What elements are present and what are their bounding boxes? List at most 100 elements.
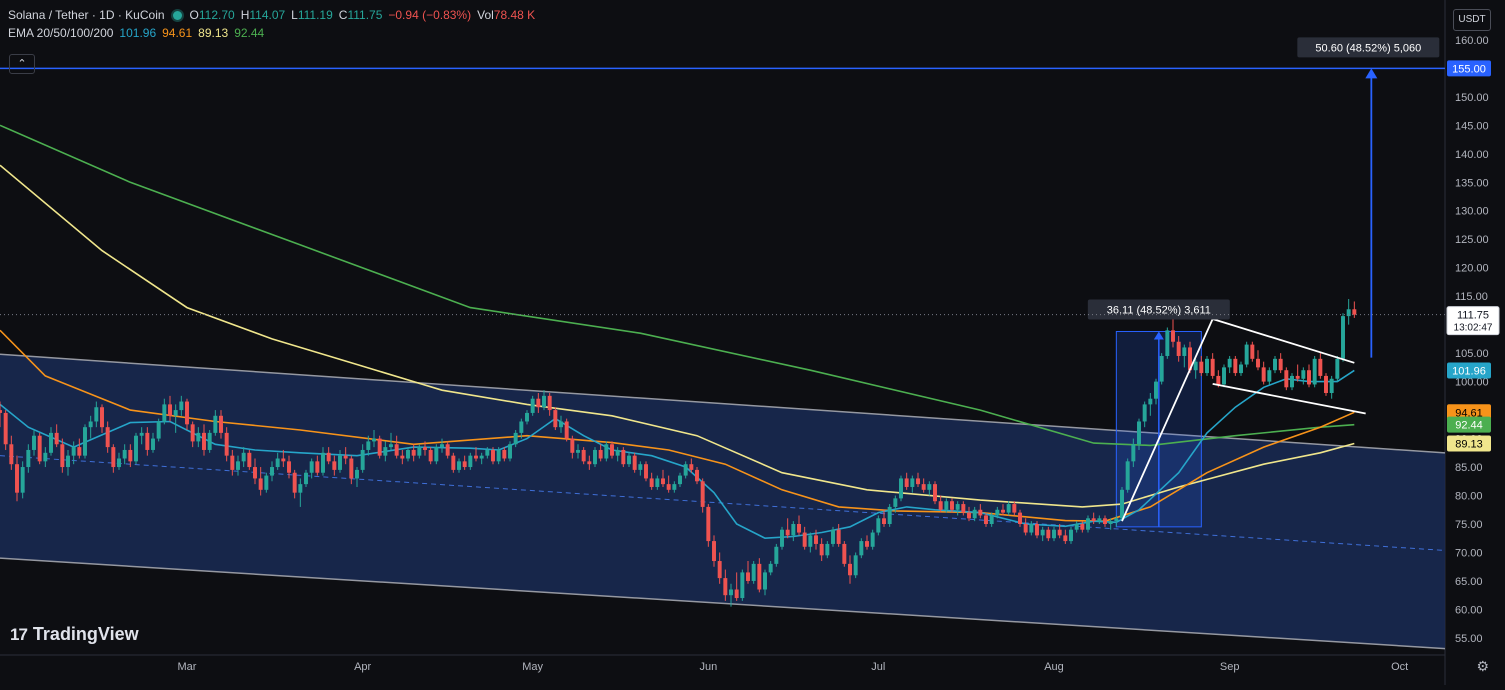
y-tick-label: 135.00	[1455, 177, 1489, 189]
candle-body	[343, 455, 348, 459]
candle-body	[1040, 529, 1045, 536]
candle-body	[774, 546, 779, 564]
candle-body	[275, 458, 280, 468]
candle-body	[3, 412, 8, 445]
volume-label: Vol	[477, 8, 494, 22]
candle-body	[190, 424, 195, 442]
candle-body	[15, 464, 19, 493]
price-chart[interactable]: 36.11 (48.52%) 3,611 50.60 (48.52%) 5,060…	[0, 0, 1505, 685]
candle-body	[1131, 444, 1136, 462]
candle-body	[355, 469, 359, 479]
candle-body	[479, 455, 484, 459]
candle-body	[1029, 524, 1034, 533]
candle-body	[145, 432, 150, 450]
candle-body	[700, 481, 705, 507]
candle-body	[83, 427, 87, 456]
candle-body	[1176, 341, 1181, 356]
open-number: 112.70	[198, 8, 235, 22]
ema-label[interactable]: EMA 20/50/100/200	[8, 24, 113, 42]
tradingview-logo[interactable]: 17 TradingView	[10, 624, 139, 645]
candle-body	[904, 478, 909, 487]
candle-body	[785, 529, 790, 536]
candle-body	[1148, 398, 1153, 405]
currency-selector[interactable]: USDT	[1453, 9, 1491, 31]
symbol-title[interactable]: Solana / Tether · 1D · KuCoin	[8, 6, 165, 24]
candle-body	[88, 421, 93, 428]
candle-body	[950, 501, 954, 510]
candle-body	[474, 455, 478, 459]
candle-body	[423, 447, 427, 450]
y-tick-label: 80.00	[1455, 491, 1483, 503]
candle-body	[712, 541, 716, 562]
candle-body	[763, 572, 767, 590]
candle-body	[1239, 364, 1243, 374]
candle-body	[576, 449, 580, 453]
candle-body	[938, 501, 943, 510]
ema100-value: 89.13	[198, 26, 229, 40]
candle-body	[1057, 529, 1062, 536]
candle-body	[525, 412, 529, 422]
y-tick-label: 150.00	[1455, 92, 1489, 104]
candle-body	[1295, 375, 1300, 379]
candle-body	[842, 543, 847, 564]
chart-canvas[interactable]: 36.11 (48.52%) 3,611 50.60 (48.52%) 5,060…	[0, 0, 1505, 685]
candle-body	[978, 509, 983, 516]
ema200-value: 92.44	[234, 26, 265, 40]
candle-body	[570, 438, 575, 453]
candle-body	[1250, 344, 1255, 359]
candle-body	[179, 401, 184, 411]
candle-body	[496, 449, 501, 462]
ema-row: EMA 20/50/100/200 101.96 94.61 89.13 92.…	[8, 24, 535, 42]
candle-body	[1199, 361, 1204, 374]
candle-body	[60, 444, 65, 468]
candle-body	[508, 444, 512, 459]
candle-body	[751, 563, 756, 581]
candle-body	[1273, 358, 1277, 371]
y-tick-label: 140.00	[1455, 149, 1489, 161]
candle-body	[445, 444, 450, 456]
gear-icon[interactable]: ⚙	[1476, 658, 1489, 675]
low-value: L111.19	[291, 6, 333, 24]
candle-body	[491, 449, 495, 462]
candle-body	[655, 478, 660, 487]
candle-body	[258, 478, 263, 490]
x-tick-label: May	[522, 661, 543, 673]
candle-body	[1301, 370, 1306, 379]
candle-body	[428, 449, 433, 462]
candle-body	[253, 467, 257, 479]
candle-body	[1182, 347, 1187, 356]
candle-body	[1341, 316, 1345, 359]
candle-body	[1165, 330, 1170, 356]
collapse-legend-button[interactable]: ⌃	[9, 54, 35, 74]
candle-body	[757, 563, 762, 590]
candle-body	[94, 407, 99, 422]
candle-body	[315, 461, 320, 473]
y-tick-label: 85.00	[1455, 462, 1483, 474]
candle-body	[134, 435, 138, 462]
y-tick-label: 125.00	[1455, 234, 1489, 246]
candle-body	[536, 398, 541, 408]
candle-body	[632, 455, 637, 470]
candle-body	[139, 432, 144, 436]
candle-body	[332, 461, 337, 470]
candle-body	[559, 421, 563, 428]
y-tick-label: 70.00	[1455, 547, 1483, 559]
candle-body	[440, 444, 444, 448]
candle-body	[377, 438, 382, 456]
candle-body	[984, 515, 988, 524]
y-tick-label: 55.00	[1455, 633, 1483, 645]
candle-body	[111, 447, 116, 468]
candle-body	[411, 449, 416, 456]
y-tick-label: 75.00	[1455, 519, 1483, 531]
candle-body	[224, 432, 229, 456]
candle-body	[553, 410, 558, 428]
candle-body	[502, 449, 507, 459]
low-label: L	[291, 8, 298, 22]
chart-legend: Solana / Tether · 1D · KuCoin O112.70 H1…	[8, 6, 535, 42]
candle-body	[1193, 361, 1198, 371]
candle-body	[899, 478, 903, 499]
candle-body	[1290, 375, 1294, 388]
candle-body	[321, 452, 325, 473]
candle-body	[270, 467, 274, 476]
candle-body	[1278, 358, 1283, 371]
